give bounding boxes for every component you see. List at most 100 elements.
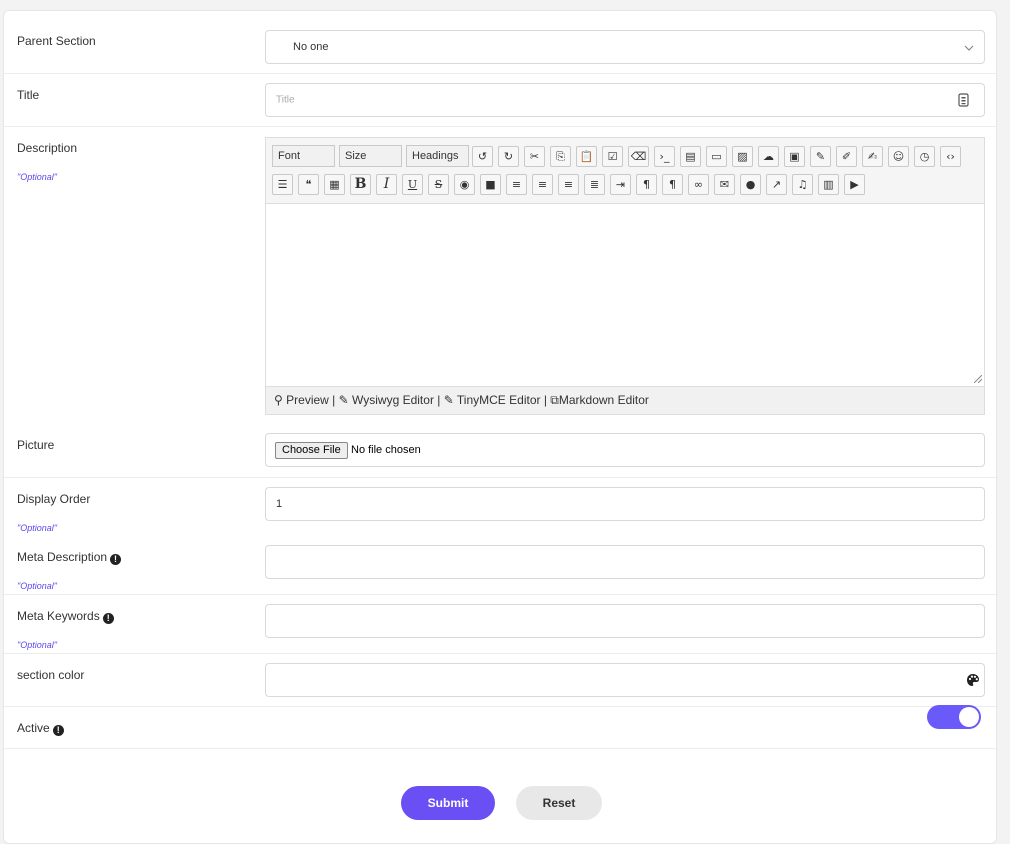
edit-icon: ✎ [338, 393, 349, 407]
copy-icon[interactable]: ⎘ [550, 146, 571, 167]
align-left-icon[interactable]: ≡ [558, 174, 579, 195]
display-order-input[interactable]: 1 [265, 487, 985, 521]
youtube-icon[interactable]: ▶ [844, 174, 865, 195]
align-center-icon[interactable]: ≡ [532, 174, 553, 195]
search-icon: ⚲ [274, 393, 283, 407]
redo-icon[interactable]: ↻ [498, 146, 519, 167]
comment-icon[interactable]: ● [740, 174, 761, 195]
meta-description-input[interactable] [265, 545, 985, 579]
section-color-input[interactable] [265, 663, 985, 697]
divider [4, 653, 996, 654]
choose-file-button[interactable]: Choose File [275, 442, 348, 459]
envelope-icon[interactable]: ✉ [714, 174, 735, 195]
palette-icon[interactable]: ◉ [454, 174, 475, 195]
info-icon[interactable]: ! [102, 613, 114, 624]
wysiwyg-label: Wysiwyg Editor | [352, 393, 441, 407]
form-card: Parent Section No one Title Title Descri… [3, 10, 997, 844]
section-color-label: section color [17, 668, 85, 682]
cut-icon[interactable]: ✂ [524, 146, 545, 167]
rtl-icon[interactable]: ¶ [662, 174, 683, 195]
undo-icon[interactable]: ↺ [472, 146, 493, 167]
picture-label: Picture [17, 438, 55, 452]
active-text: Active [17, 721, 50, 735]
list-icon[interactable]: ☰ [272, 174, 293, 195]
parent-section-value: No one [293, 41, 329, 53]
quote-icon[interactable]: ❝ [298, 174, 319, 195]
meta-keywords-optional: "Optional" [17, 640, 57, 650]
wysiwyg-link[interactable]: ✎ Wysiwyg Editor | [339, 393, 441, 407]
image-icon[interactable]: ▨ [732, 146, 753, 167]
active-toggle[interactable] [927, 705, 981, 729]
indent-icon[interactable]: ⇥ [610, 174, 631, 195]
eraser-icon[interactable]: ⌫ [628, 146, 649, 167]
film-icon[interactable]: ▥ [818, 174, 839, 195]
divider [4, 706, 996, 707]
tinymce-link[interactable]: ✎ TinyMCE Editor | [444, 393, 547, 407]
preview-link[interactable]: ⚲ Preview | [274, 393, 335, 407]
size-select[interactable]: Size [339, 145, 402, 167]
block-icon[interactable]: ■ [480, 174, 501, 195]
display-order-value: 1 [276, 498, 283, 510]
headings-select[interactable]: Headings [406, 145, 469, 167]
meta-keywords-input[interactable] [265, 604, 985, 638]
smiley-icon[interactable]: ☺ [888, 146, 909, 167]
resize-handle-icon[interactable] [974, 375, 982, 383]
align-right-icon[interactable]: ≡ [506, 174, 527, 195]
display-order-label: Display Order [17, 492, 91, 506]
divider [4, 73, 996, 74]
toggle-knob [959, 707, 979, 727]
description-label: Description [17, 141, 78, 155]
markdown-icon: ⧉ [550, 393, 559, 407]
box-icon[interactable]: ▭ [706, 146, 727, 167]
edit-icon: ✎ [443, 393, 454, 407]
parent-section-label: Parent Section [17, 34, 96, 48]
info-icon[interactable]: ! [110, 554, 122, 565]
code-terminal-icon[interactable]: ›_ [654, 146, 675, 167]
parent-section-select[interactable]: No one [265, 30, 985, 64]
preview-label: Preview | [286, 393, 336, 407]
italic-icon[interactable]: I [376, 174, 397, 195]
markdown-link[interactable]: ⧉Markdown Editor [550, 393, 649, 407]
meta-description-optional: "Optional" [17, 581, 57, 591]
submit-button[interactable]: Submit [401, 786, 495, 820]
palette-icon[interactable] [966, 673, 980, 687]
divider [4, 126, 996, 127]
meta-description-text: Meta Description [17, 550, 108, 564]
title-placeholder: Title [276, 94, 295, 106]
cloud-upload-icon[interactable]: ☁ [758, 146, 779, 167]
active-label: Active! [17, 721, 64, 736]
title-input[interactable]: Title [265, 83, 985, 117]
info-icon[interactable]: ! [52, 725, 64, 736]
music-icon[interactable]: ♫ [792, 174, 813, 195]
picture-file-input: Choose File No file chosen [265, 433, 985, 467]
document-icon[interactable]: ▤ [680, 146, 701, 167]
external-icon[interactable]: ↗ [766, 174, 787, 195]
divider [4, 594, 996, 595]
tinymce-label: TinyMCE Editor | [456, 393, 547, 407]
rich-text-editor: Font Size Headings ↺ ↻ ✂ ⎘ 📋 ☑ ⌫ ›_ ▤ ▭ ▨ ☁ ▣ ✎ ✐ ✍ ☺ ◷ ‹›… [265, 137, 985, 415]
link-icon[interactable]: ∞ [688, 174, 709, 195]
source-code-icon[interactable]: ‹› [940, 146, 961, 167]
brush-icon[interactable]: ✎ [810, 146, 831, 167]
edit-box-icon[interactable]: ✍ [862, 146, 883, 167]
id-card-icon [958, 93, 969, 107]
file-status: No file chosen [351, 444, 421, 456]
checkbox-icon[interactable]: ☑ [602, 146, 623, 167]
bold-icon[interactable]: B [350, 174, 371, 195]
meta-keywords-text: Meta Keywords [17, 609, 100, 623]
reset-button[interactable]: Reset [516, 786, 602, 820]
strikethrough-icon[interactable]: S [428, 174, 449, 195]
chevron-down-icon [964, 45, 974, 51]
justify-icon[interactable]: ≣ [584, 174, 605, 195]
edit-icon[interactable]: ✐ [836, 146, 857, 167]
meta-keywords-label: Meta Keywords! [17, 609, 114, 624]
underline-icon[interactable]: U [402, 174, 423, 195]
font-select[interactable]: Font [272, 145, 335, 167]
archive-icon[interactable]: ▣ [784, 146, 805, 167]
ltr-icon[interactable]: ¶ [636, 174, 657, 195]
history-icon[interactable]: ◷ [914, 146, 935, 167]
editor-toolbar: Font Size Headings ↺ ↻ ✂ ⎘ 📋 ☑ ⌫ ›_ ▤ ▭ ▨ ☁ ▣ ✎ ✐ ✍ ☺ ◷ ‹›… [266, 138, 984, 204]
display-order-optional: "Optional" [17, 523, 57, 533]
qr-icon[interactable]: ▦ [324, 174, 345, 195]
paste-icon[interactable]: 📋 [576, 146, 597, 167]
